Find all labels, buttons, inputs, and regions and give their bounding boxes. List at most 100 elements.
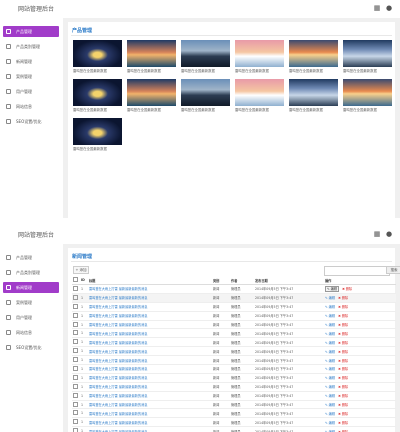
delete-button[interactable]: ✖ 删除 [338,314,348,318]
edit-button[interactable]: ✎ 编辑 [325,332,335,336]
row-checkbox[interactable] [73,330,78,336]
product-thumbnail[interactable] [343,79,392,106]
row-title-link[interactable]: 雷鸣登在大雨上打雷 最新最新最新的消息 [88,391,212,401]
delete-button[interactable]: ✖ 删除 [338,332,348,336]
edit-button[interactable]: ✎ 编辑 [325,421,335,425]
delete-button[interactable]: ✖ 删除 [338,403,348,407]
select-all-checkbox[interactable] [73,277,78,282]
sidebar-item-case[interactable]: 案例管理 [3,297,59,308]
search-input[interactable] [324,266,390,276]
product-thumbnail[interactable] [181,40,230,67]
product-thumbnail[interactable] [289,79,338,106]
sidebar-item-users[interactable]: 用户管理 [3,312,59,323]
product-thumbnail[interactable] [127,40,176,67]
row-checkbox[interactable] [73,312,78,318]
row-title-link[interactable]: 雷鸣登在大雨上打雷 最新最新最新的消息 [88,293,212,303]
delete-button[interactable]: ✖ 删除 [338,359,348,363]
user-icon[interactable]: ● [385,230,393,238]
row-checkbox[interactable] [73,428,78,432]
product-thumbnail[interactable] [235,40,284,67]
row-checkbox[interactable] [73,419,78,425]
delete-button[interactable]: ✖ 删除 [338,323,348,327]
edit-button[interactable]: ✎ 编辑 [325,403,335,407]
product-card[interactable]: 雷鸣登在全国最新数据 [289,79,338,112]
add-button[interactable]: + 添加 [73,266,89,274]
product-thumbnail[interactable] [73,118,122,145]
product-thumbnail[interactable] [73,79,122,106]
sidebar-item-site-info[interactable]: 网站信息 [3,101,59,112]
sidebar-item-products[interactable]: 产品管理 [3,26,59,37]
row-checkbox[interactable] [73,348,78,354]
edit-button[interactable]: ✎ 编辑 [325,286,340,293]
delete-button[interactable]: ✖ 删除 [338,341,348,345]
product-card[interactable]: 雷鸣登在全国最新数据 [235,40,284,73]
delete-button[interactable]: ✖ 删除 [338,305,348,309]
product-card[interactable]: 雷鸣登在全国最新数据 [127,40,176,73]
delete-button[interactable]: ✖ 删除 [338,350,348,354]
product-card[interactable]: 雷鸣登在全国最新数据 [343,40,392,73]
product-card[interactable]: 雷鸣登在全国最新数据 [289,40,338,73]
sidebar-item-product-category[interactable]: 产品类别管理 [3,267,59,278]
row-checkbox[interactable] [73,339,78,345]
row-checkbox[interactable] [73,303,78,309]
sidebar-item-users[interactable]: 用户管理 [3,86,59,97]
row-title-link[interactable]: 雷鸣登在大雨上打雷 最新最新最新的消息 [88,337,212,348]
product-thumbnail[interactable] [127,79,176,106]
product-card[interactable]: 雷鸣登在全国最新数据 [181,79,230,112]
row-checkbox[interactable] [73,410,78,416]
edit-button[interactable]: ✎ 编辑 [325,341,335,345]
edit-button[interactable]: ✎ 编辑 [325,394,335,398]
row-checkbox[interactable] [73,365,78,371]
delete-button[interactable]: ✖ 删除 [338,412,348,416]
row-title-link[interactable]: 雷鸣登在大雨上打雷 最新最新最新的消息 [88,417,212,428]
sidebar-item-products[interactable]: 产品管理 [3,252,59,263]
sidebar-item-site-info[interactable]: 网站信息 [3,327,59,338]
sidebar-item-news[interactable]: 新闻管理 [3,282,59,293]
row-checkbox[interactable] [73,321,78,327]
row-checkbox[interactable] [73,392,78,398]
row-checkbox[interactable] [73,294,78,300]
product-thumbnail[interactable] [343,40,392,67]
sidebar-item-case[interactable]: 案例管理 [3,71,59,82]
delete-button[interactable]: ✖ 删除 [338,367,348,371]
search-button[interactable]: 搜索 [386,266,400,274]
row-checkbox[interactable] [73,374,78,380]
product-card[interactable]: 雷鸣登在全国最新数据 [181,40,230,73]
edit-button[interactable]: ✎ 编辑 [325,385,335,389]
row-title-link[interactable]: 雷鸣登在大雨上打雷 最新最新最新的消息 [88,355,212,366]
grid-icon[interactable]: ▦ [373,230,381,238]
product-thumbnail[interactable] [235,79,284,106]
row-title-link[interactable]: 雷鸣登在大雨上打雷 最新最新最新的消息 [88,400,212,410]
edit-button[interactable]: ✎ 编辑 [325,314,335,318]
product-card[interactable]: 雷鸣登在全国最新数据 [127,79,176,112]
delete-button[interactable]: ✖ 删除 [338,421,348,425]
edit-button[interactable]: ✎ 编辑 [325,305,335,309]
edit-button[interactable]: ✎ 编辑 [325,376,335,380]
edit-button[interactable]: ✎ 编辑 [325,359,335,363]
row-title-link[interactable]: 雷鸣登在大雨上打雷 最新最新最新的消息 [88,320,212,330]
row-title-link[interactable]: 雷鸣登在大雨上打雷 最新最新最新的消息 [88,364,212,374]
row-checkbox[interactable] [73,357,78,363]
row-title-link[interactable]: 雷鸣登在大雨上打雷 最新最新最新的消息 [88,284,212,294]
edit-button[interactable]: ✎ 编辑 [325,350,335,354]
delete-button[interactable]: ✖ 删除 [338,385,348,389]
sidebar-item-seo[interactable]: SEO设置/优化 [3,342,59,353]
product-thumbnail[interactable] [73,40,122,67]
row-title-link[interactable]: 雷鸣登在大雨上打雷 最新最新最新的消息 [88,382,212,392]
delete-button[interactable]: ✖ 删除 [342,287,352,291]
sidebar-item-product-category[interactable]: 产品类别管理 [3,41,59,52]
row-checkbox[interactable] [73,383,78,389]
product-thumbnail[interactable] [181,79,230,106]
row-title-link[interactable]: 雷鸣登在大雨上打雷 最新最新最新的消息 [88,311,212,321]
product-card[interactable]: 雷鸣登在全国最新数据 [73,40,122,73]
row-checkbox[interactable] [73,285,78,291]
product-card[interactable]: 雷鸣登在全国最新数据 [343,79,392,112]
edit-button[interactable]: ✎ 编辑 [325,323,335,327]
edit-button[interactable]: ✎ 编辑 [325,367,335,371]
product-thumbnail[interactable] [289,40,338,67]
delete-button[interactable]: ✖ 删除 [338,394,348,398]
edit-button[interactable]: ✎ 编辑 [325,296,335,300]
delete-button[interactable]: ✖ 删除 [338,376,348,380]
row-title-link[interactable]: 雷鸣登在大雨上打雷 最新最新最新的消息 [88,328,212,339]
grid-icon[interactable]: ▦ [373,4,381,12]
